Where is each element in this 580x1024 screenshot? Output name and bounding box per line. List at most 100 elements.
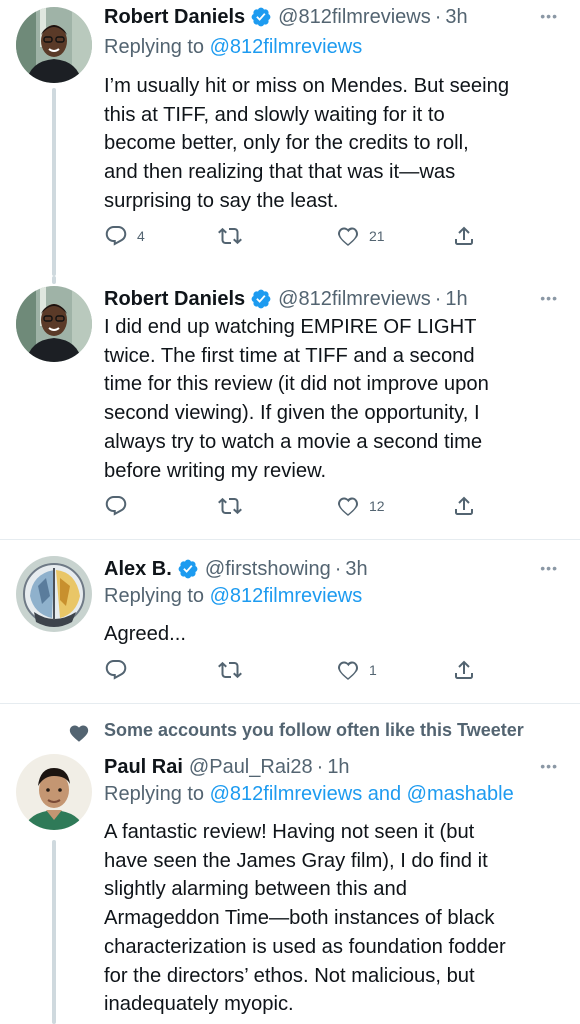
timestamp[interactable]: 1h [327,756,349,779]
more-icon[interactable]: ••• [540,758,558,774]
tweet-text-line: Armageddon Time—both instances of black [104,907,495,930]
tweet-text-line: always try to watch a movie a second tim… [104,430,483,453]
like-icon [338,227,358,246]
reply-button[interactable] [104,658,128,682]
replying-to-prefix: Replying to [104,36,210,58]
tweet-text-line: inadequately myopic. [104,993,294,1016]
tweet-actions: 12 [104,494,484,524]
reply-count: 4 [137,228,145,244]
avatar[interactable] [16,754,92,830]
tweet-text: A fantastic review! Having not seen it (… [104,818,564,1019]
timestamp[interactable]: 1h [445,288,467,311]
share-icon [455,660,473,679]
avatar[interactable] [16,7,92,83]
tweet-header: Robert Daniels @812filmreviews · 3h [104,0,468,34]
tweet-text-line: before writing my review. [104,459,327,482]
replying-to: Replying to @812filmreviews [104,585,362,608]
tweet-header: Paul Rai @Paul_Rai28 · 1h [104,750,350,784]
author-name[interactable]: Robert Daniels [104,288,245,311]
more-icon[interactable]: ••• [540,8,558,24]
author-name[interactable]: Robert Daniels [104,6,245,29]
tweet-text-line: I’m usually hit or miss on Mendes. But s… [104,75,510,97]
tweet-text-line: and then realizing that that was it—was [104,161,456,184]
like-count: 1 [369,662,377,678]
tweet-text-line: second viewing). If given the opportunit… [104,402,480,425]
separator: · [434,287,442,310]
avatar[interactable] [16,286,92,362]
tweet-text-line: characterization is used as foundation f… [104,935,506,958]
share-button[interactable] [452,224,476,248]
tweet-text-line: have seen the James Gray film), I do fin… [104,849,488,872]
like-button[interactable]: 12 [336,494,385,518]
like-icon [338,497,358,516]
retweet-button[interactable] [218,658,242,682]
share-icon [455,226,473,245]
author-name[interactable]: Paul Rai [104,756,183,779]
retweet-button[interactable] [218,494,242,518]
reply-button[interactable]: 4 [104,224,145,248]
social-context: Some accounts you follow often like this… [0,716,580,746]
verified-badge-icon [250,288,272,310]
like-button[interactable]: 1 [336,658,377,682]
retweet-icon [218,661,242,679]
tweet-text-line: for the directors’ ethos. Not malicious,… [104,964,475,987]
avatar[interactable] [16,556,92,632]
thread-line [52,276,56,284]
replying-to: Replying to @812filmreviews [104,36,362,59]
tweet-text-line: surprising to say the least. [104,189,339,212]
tweet-1[interactable]: Robert Daniels @812filmreviews · 3h ••• … [0,0,580,276]
timestamp[interactable]: 3h [445,6,467,29]
share-button[interactable] [452,494,476,518]
reply-icon [105,496,127,516]
tweet-2[interactable]: Robert Daniels @812filmreviews · 1h ••• … [0,276,580,538]
tweet-3[interactable]: Alex B. @firstshowing · 3h ••• Replying … [0,552,580,700]
author-handle[interactable]: @812filmreviews [278,288,431,311]
tweet-header: Robert Daniels @812filmreviews · 1h [104,282,468,316]
replying-to-link[interactable]: @812filmreviews [210,36,363,58]
reply-icon [105,660,127,680]
thread-line [52,840,56,1024]
separator: · [316,755,324,778]
tweet-text-line: time for this review (it did not improve… [104,373,489,396]
tweet-text-line: slightly alarming between this and [104,878,407,901]
more-icon[interactable]: ••• [540,560,558,576]
replying-to-link[interactable]: @812filmreviews and @mashable [210,783,514,805]
tweet-4[interactable]: Paul Rai @Paul_Rai28 · 1h ••• Replying t… [0,750,580,1024]
reply-button[interactable] [104,494,128,518]
verified-badge-icon [250,6,272,28]
tweet-text-line: this at TIFF, and slowly waiting for it … [104,103,445,126]
replying-to-prefix: Replying to [104,783,210,805]
tweet-text-line: become better, only for the credits to r… [104,132,469,155]
timestamp[interactable]: 3h [345,558,367,581]
social-context-text: Some accounts you follow often like this… [104,720,524,740]
divider [0,539,580,540]
like-icon [338,661,358,680]
author-handle[interactable]: @812filmreviews [278,6,431,29]
retweet-icon [218,227,242,245]
author-name[interactable]: Alex B. [104,558,172,581]
replying-to: Replying to @812filmreviews and @mashabl… [104,783,514,806]
retweet-icon [218,497,242,515]
tweet-text: I’m usually hit or miss on Mendes. But s… [104,72,564,216]
author-handle[interactable]: @Paul_Rai28 [189,756,313,779]
like-count: 21 [369,228,385,244]
reply-icon [105,226,127,246]
divider [0,703,580,704]
tweet-actions: 1 [104,658,484,688]
retweet-button[interactable] [218,224,242,248]
share-button[interactable] [452,658,476,682]
more-icon[interactable]: ••• [540,290,558,306]
separator: · [334,557,342,580]
replying-to-prefix: Replying to [104,585,210,607]
tweet-text: I did end up watching EMPIRE OF LIGHT tw… [104,313,564,485]
tweet-text-line: I did end up watching EMPIRE OF LIGHT [104,316,477,338]
thread-line [52,88,56,276]
like-count: 12 [369,498,385,514]
replying-to-link[interactable]: @812filmreviews [210,585,363,607]
like-button[interactable]: 21 [336,224,385,248]
author-handle[interactable]: @firstshowing [205,558,331,581]
tweet-actions: 4 21 [104,224,484,254]
tweet-text-line: A fantastic review! Having not seen it (… [104,821,475,843]
tweet-text-line: twice. The first time at TIFF and a seco… [104,344,475,367]
verified-badge-icon [177,558,199,580]
